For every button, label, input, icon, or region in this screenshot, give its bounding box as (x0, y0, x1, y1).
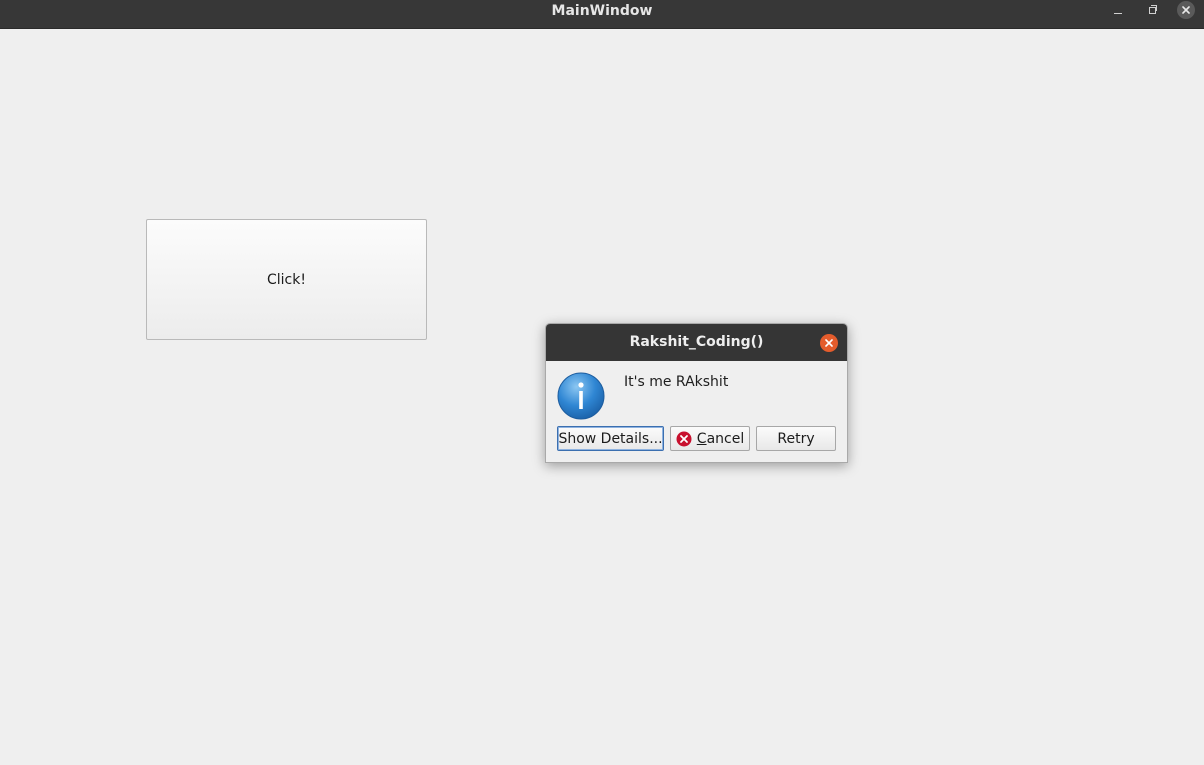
cancel-button[interactable]: Cancel (670, 426, 750, 451)
cancel-mnemonic: C (696, 430, 707, 447)
dialog-message: It's me RAkshit (624, 374, 729, 390)
dialog-titlebar[interactable]: Rakshit_Coding() (546, 324, 847, 361)
dialog-title: Rakshit_Coding() (629, 334, 764, 350)
message-box-dialog: Rakshit_Coding() It's me RAkshit Show De… (545, 323, 848, 463)
maximize-button[interactable] (1143, 2, 1161, 20)
minimize-button[interactable] (1109, 2, 1127, 20)
main-window: MainWindow Click! Rakshit_Coding() It's … (0, 0, 1204, 765)
cancel-icon (676, 431, 692, 446)
information-icon (557, 372, 605, 420)
cancel-label: Cancel (697, 431, 744, 447)
close-icon (1182, 6, 1190, 14)
close-icon (825, 339, 833, 347)
cancel-label-rest: ancel (706, 430, 745, 447)
click-button[interactable]: Click! (146, 219, 427, 340)
window-title: MainWindow (551, 3, 653, 19)
dialog-close-button[interactable] (820, 334, 838, 352)
window-titlebar[interactable]: MainWindow (0, 0, 1204, 29)
show-details-button[interactable]: Show Details... (557, 426, 664, 451)
retry-button[interactable]: Retry (756, 426, 836, 451)
window-close-button[interactable] (1177, 1, 1195, 19)
